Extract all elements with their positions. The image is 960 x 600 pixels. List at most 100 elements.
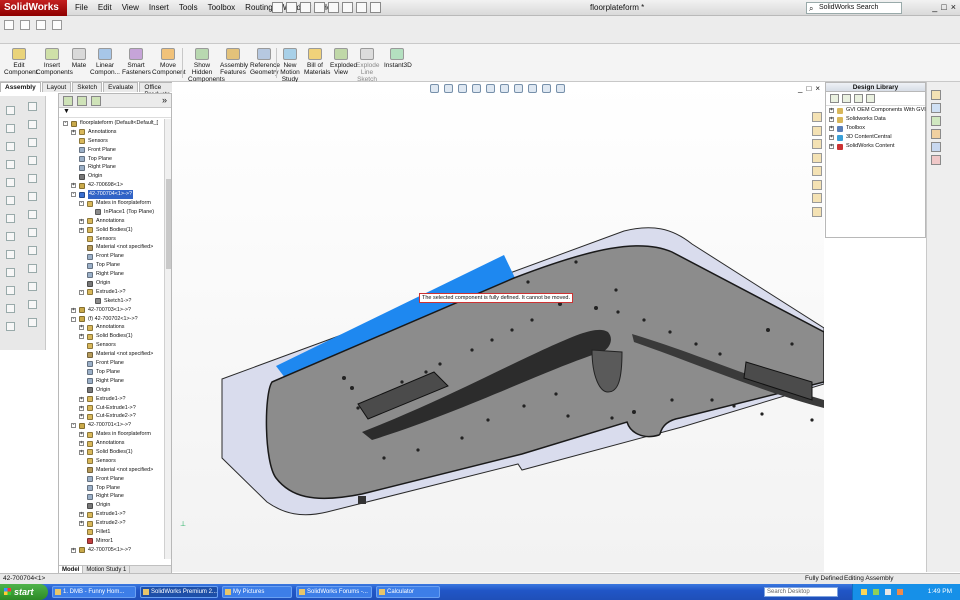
view-palette-icon[interactable] bbox=[812, 179, 822, 190]
open-document-icon[interactable] bbox=[286, 2, 297, 13]
menu-edit[interactable]: Edit bbox=[93, 2, 117, 13]
ribbon-assembly-features-button[interactable]: Assembly Features bbox=[220, 48, 248, 76]
trim-icon[interactable] bbox=[6, 214, 15, 223]
minimize-button[interactable]: _ bbox=[932, 2, 937, 12]
ribbon-smart-fasteners-button[interactable]: Smart Fasteners bbox=[122, 48, 151, 76]
collapse-icon[interactable]: - bbox=[71, 316, 76, 322]
expand-icon[interactable]: + bbox=[71, 547, 76, 553]
expand-icon[interactable]: + bbox=[79, 441, 84, 447]
feature-tree-item[interactable]: Sensors bbox=[59, 235, 165, 244]
feature-tree-scrollbar[interactable] bbox=[164, 119, 171, 559]
feature-tree-item[interactable]: Origin bbox=[59, 501, 165, 510]
help-icon[interactable] bbox=[52, 20, 62, 30]
expand-icon[interactable]: + bbox=[79, 218, 84, 224]
tab-evaluate[interactable]: Evaluate bbox=[103, 82, 139, 92]
fillet-icon[interactable] bbox=[28, 174, 37, 183]
taskbar-button[interactable]: SolidWorks Premium 2... bbox=[140, 586, 218, 598]
feature-tree-item[interactable]: - 42-700701<1>->? bbox=[59, 421, 165, 430]
feature-tree-item[interactable]: + Extrude1->? bbox=[59, 510, 165, 519]
design-library-icon[interactable] bbox=[931, 116, 941, 126]
resources-icon[interactable] bbox=[812, 125, 822, 136]
collapse-icon[interactable]: - bbox=[71, 192, 76, 198]
expand-icon[interactable]: + bbox=[79, 325, 84, 331]
ribbon-reference-geometry-button[interactable]: Reference Geometry bbox=[250, 48, 280, 76]
ribbon-motion-study-button[interactable]: New Motion Study bbox=[280, 48, 300, 83]
collapse-icon[interactable]: - bbox=[79, 289, 84, 295]
collapse-icon[interactable]: - bbox=[63, 121, 68, 126]
tray-icon[interactable] bbox=[861, 589, 867, 595]
appearances-icon[interactable] bbox=[931, 155, 941, 165]
zoom-to-fit-icon[interactable] bbox=[430, 84, 439, 93]
home-icon[interactable] bbox=[812, 112, 822, 122]
feature-tree-item[interactable]: + Annotations bbox=[59, 323, 165, 332]
expand-icon[interactable]: + bbox=[79, 432, 84, 438]
expand-icon[interactable]: + bbox=[79, 405, 84, 411]
ribbon-linear-pattern-button[interactable]: Linear Compon... bbox=[90, 48, 120, 76]
feature-tree-item[interactable]: + Cut-Extrude2->? bbox=[59, 412, 165, 421]
feature-tree-item[interactable]: Material <not specified> bbox=[59, 466, 165, 475]
feature-tree-item[interactable]: Right Plane bbox=[59, 377, 165, 386]
feature-tree-item[interactable]: Right Plane bbox=[59, 492, 165, 501]
hide-show-items-icon[interactable] bbox=[514, 84, 523, 93]
point-icon[interactable] bbox=[6, 160, 15, 169]
expand-icon[interactable]: + bbox=[71, 129, 76, 135]
feature-tree-item[interactable]: Origin bbox=[59, 386, 165, 395]
expand-icon[interactable]: + bbox=[829, 135, 834, 140]
design-library-item[interactable]: + Toolbox bbox=[826, 124, 925, 133]
property-manager-icon[interactable] bbox=[77, 96, 87, 106]
file-explorer-icon[interactable] bbox=[931, 129, 941, 139]
expand-icon[interactable]: + bbox=[79, 396, 84, 402]
feature-tree-item[interactable]: Right Plane bbox=[59, 270, 165, 279]
feature-tree-item[interactable]: Right Plane bbox=[59, 163, 165, 172]
line-icon[interactable] bbox=[28, 102, 37, 111]
desktop-search-input[interactable]: Search Desktop bbox=[764, 587, 838, 597]
expand-icon[interactable]: + bbox=[79, 227, 84, 233]
sketch-icon[interactable] bbox=[6, 106, 15, 115]
rebuild-icon[interactable] bbox=[356, 2, 367, 13]
tray-icon[interactable] bbox=[897, 589, 903, 595]
undo-icon[interactable] bbox=[328, 2, 339, 13]
offset-icon[interactable] bbox=[28, 192, 37, 201]
feature-tree-item[interactable]: Top Plane bbox=[59, 261, 165, 270]
apply-scene-icon[interactable] bbox=[542, 84, 551, 93]
text-icon[interactable] bbox=[6, 178, 15, 187]
menu-tools[interactable]: Tools bbox=[174, 2, 203, 13]
design-library-icon[interactable] bbox=[812, 139, 822, 149]
feature-tree-item[interactable]: Sensors bbox=[59, 341, 165, 350]
view-orientation-icon[interactable] bbox=[486, 84, 495, 93]
design-library-item[interactable]: +3D ContentCentral bbox=[826, 133, 925, 142]
ribbon-instant3d-button[interactable]: Instant3D bbox=[384, 48, 412, 69]
tray-icon[interactable] bbox=[873, 589, 879, 595]
feature-tree-item[interactable]: InPlace1 (Top Plane) bbox=[59, 208, 165, 217]
solidworks-search-input[interactable]: ⌕ SolidWorks Search bbox=[806, 2, 902, 14]
feature-tree-item[interactable]: Fillet1 bbox=[59, 528, 165, 537]
taskbar-button[interactable]: Calculator bbox=[376, 586, 440, 598]
resources-icon[interactable] bbox=[931, 103, 941, 113]
smart-mates-icon[interactable] bbox=[6, 286, 15, 295]
ribbon-edit-component-button[interactable]: Edit Component bbox=[4, 48, 38, 76]
feature-tree-item[interactable]: + Annotations bbox=[59, 128, 165, 137]
expand-icon[interactable]: + bbox=[79, 334, 84, 340]
custom-properties-icon[interactable] bbox=[812, 206, 822, 217]
expand-icon[interactable]: + bbox=[71, 307, 76, 313]
add-to-library-icon[interactable] bbox=[842, 94, 851, 103]
expand-icon[interactable]: + bbox=[79, 414, 84, 420]
solidworks-resources-icon[interactable] bbox=[4, 20, 14, 30]
grid-icon[interactable] bbox=[6, 304, 15, 313]
up-folder-icon[interactable] bbox=[866, 94, 875, 103]
collapse-icon[interactable]: - bbox=[79, 201, 84, 207]
mirror-icon[interactable] bbox=[6, 232, 15, 241]
relations-icon[interactable] bbox=[28, 246, 37, 255]
zoom-area-icon[interactable] bbox=[444, 84, 453, 93]
feature-tree-item[interactable]: Front Plane bbox=[59, 475, 165, 484]
feature-tree-item[interactable]: - floorplateform (Default<Default_[ bbox=[59, 119, 165, 128]
feature-tree-icon[interactable] bbox=[63, 96, 73, 106]
refresh-icon[interactable] bbox=[854, 94, 863, 103]
centerline-icon[interactable] bbox=[28, 156, 37, 165]
menu-insert[interactable]: Insert bbox=[144, 2, 174, 13]
feature-tree-item[interactable]: + Extrude1->? bbox=[59, 395, 165, 404]
hole-icon[interactable] bbox=[28, 282, 37, 291]
ribbon-move-component-button[interactable]: Move Component bbox=[152, 48, 186, 76]
display-style-icon[interactable] bbox=[500, 84, 509, 93]
tab-layout[interactable]: Layout bbox=[41, 82, 72, 92]
